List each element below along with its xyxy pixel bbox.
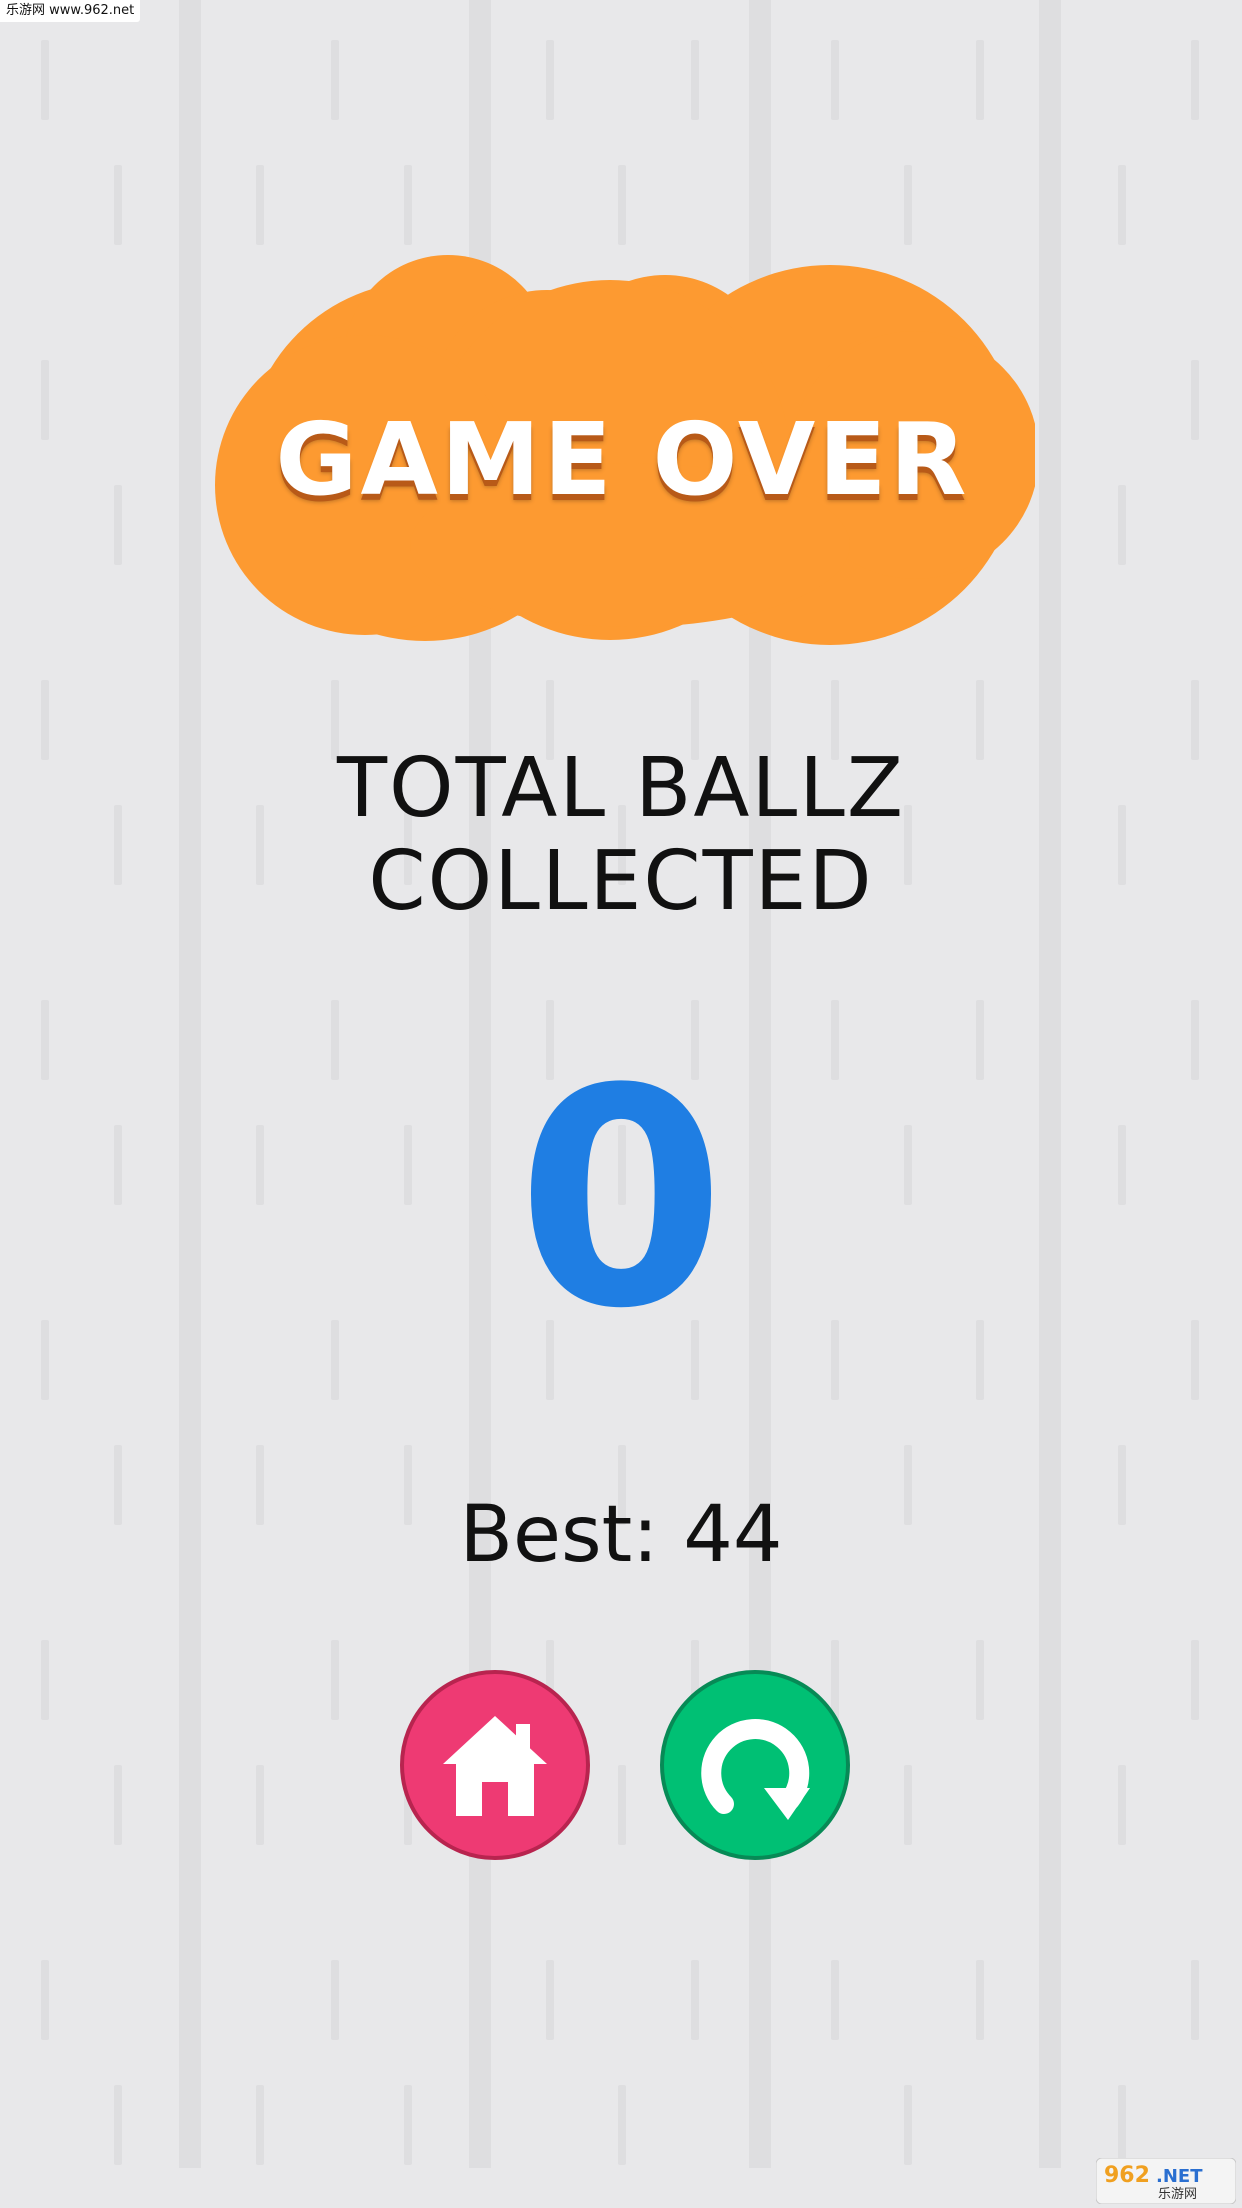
background-dash <box>41 1640 49 1720</box>
background-dash <box>256 1765 264 1845</box>
watermark-text: 乐游网 www.962.net <box>0 0 141 22</box>
game-over-banner: GAME OVER <box>210 255 1035 645</box>
logo-text: 乐游网 <box>1158 2187 1197 2202</box>
background-dash <box>331 1640 339 1720</box>
best-label: Best: <box>459 1490 659 1580</box>
background-dash <box>1191 40 1199 120</box>
background-dash <box>256 165 264 245</box>
game-over-title: GAME OVER <box>275 401 970 518</box>
home-button[interactable] <box>400 1670 590 1860</box>
background-dash <box>331 40 339 120</box>
background-dash <box>1191 360 1199 440</box>
background-dash <box>904 2085 912 2165</box>
background-dash <box>1118 165 1126 245</box>
background-dash <box>831 40 839 120</box>
background-dash <box>404 165 412 245</box>
site-logo: 962 .NET 乐游网 <box>1096 2158 1236 2204</box>
background-dash <box>904 1765 912 1845</box>
logo-number: 962 <box>1104 2163 1150 2188</box>
background-dash <box>546 40 554 120</box>
background-dash <box>618 165 626 245</box>
background-dash <box>404 2085 412 2165</box>
background-dash <box>1118 2085 1126 2165</box>
background-dash <box>114 2085 122 2165</box>
score-value: 0 <box>516 1025 726 1374</box>
background-dash <box>1118 1765 1126 1845</box>
background-dash <box>904 165 912 245</box>
home-icon <box>443 1716 547 1816</box>
restart-icon <box>701 1719 810 1820</box>
background-dash <box>976 40 984 120</box>
total-ballz-heading: TOTAL BALLZ COLLECTED <box>0 742 1242 928</box>
background-dash <box>331 1960 339 2040</box>
game-over-screen: 乐游网 www.962.net GAME OVER TOTAL BALLZ CO… <box>0 0 1242 2208</box>
background-dash <box>114 1765 122 1845</box>
background-dash <box>831 1960 839 2040</box>
background-dash <box>691 40 699 120</box>
background-dash <box>618 2085 626 2165</box>
best-score: Best: 44 <box>0 1490 1242 1580</box>
subtitle-line-2: COLLECTED <box>368 834 874 929</box>
best-value: 44 <box>683 1490 783 1580</box>
background-dash <box>41 40 49 120</box>
background-dash <box>256 2085 264 2165</box>
logo-suffix: .NET <box>1156 2166 1203 2187</box>
background-dash <box>691 1960 699 2040</box>
restart-button[interactable] <box>660 1670 850 1860</box>
subtitle-line-1: TOTAL BALLZ <box>336 741 906 836</box>
background-dash <box>114 165 122 245</box>
background-dash <box>546 1960 554 2040</box>
background-dash <box>41 360 49 440</box>
background-dash <box>976 1960 984 2040</box>
background-dash <box>41 1960 49 2040</box>
background-dash <box>976 1640 984 1720</box>
background-dash <box>618 1765 626 1845</box>
background-dash <box>1118 485 1126 565</box>
background-dash <box>1191 1960 1199 2040</box>
background-dash <box>114 485 122 565</box>
background-dash <box>1191 1640 1199 1720</box>
